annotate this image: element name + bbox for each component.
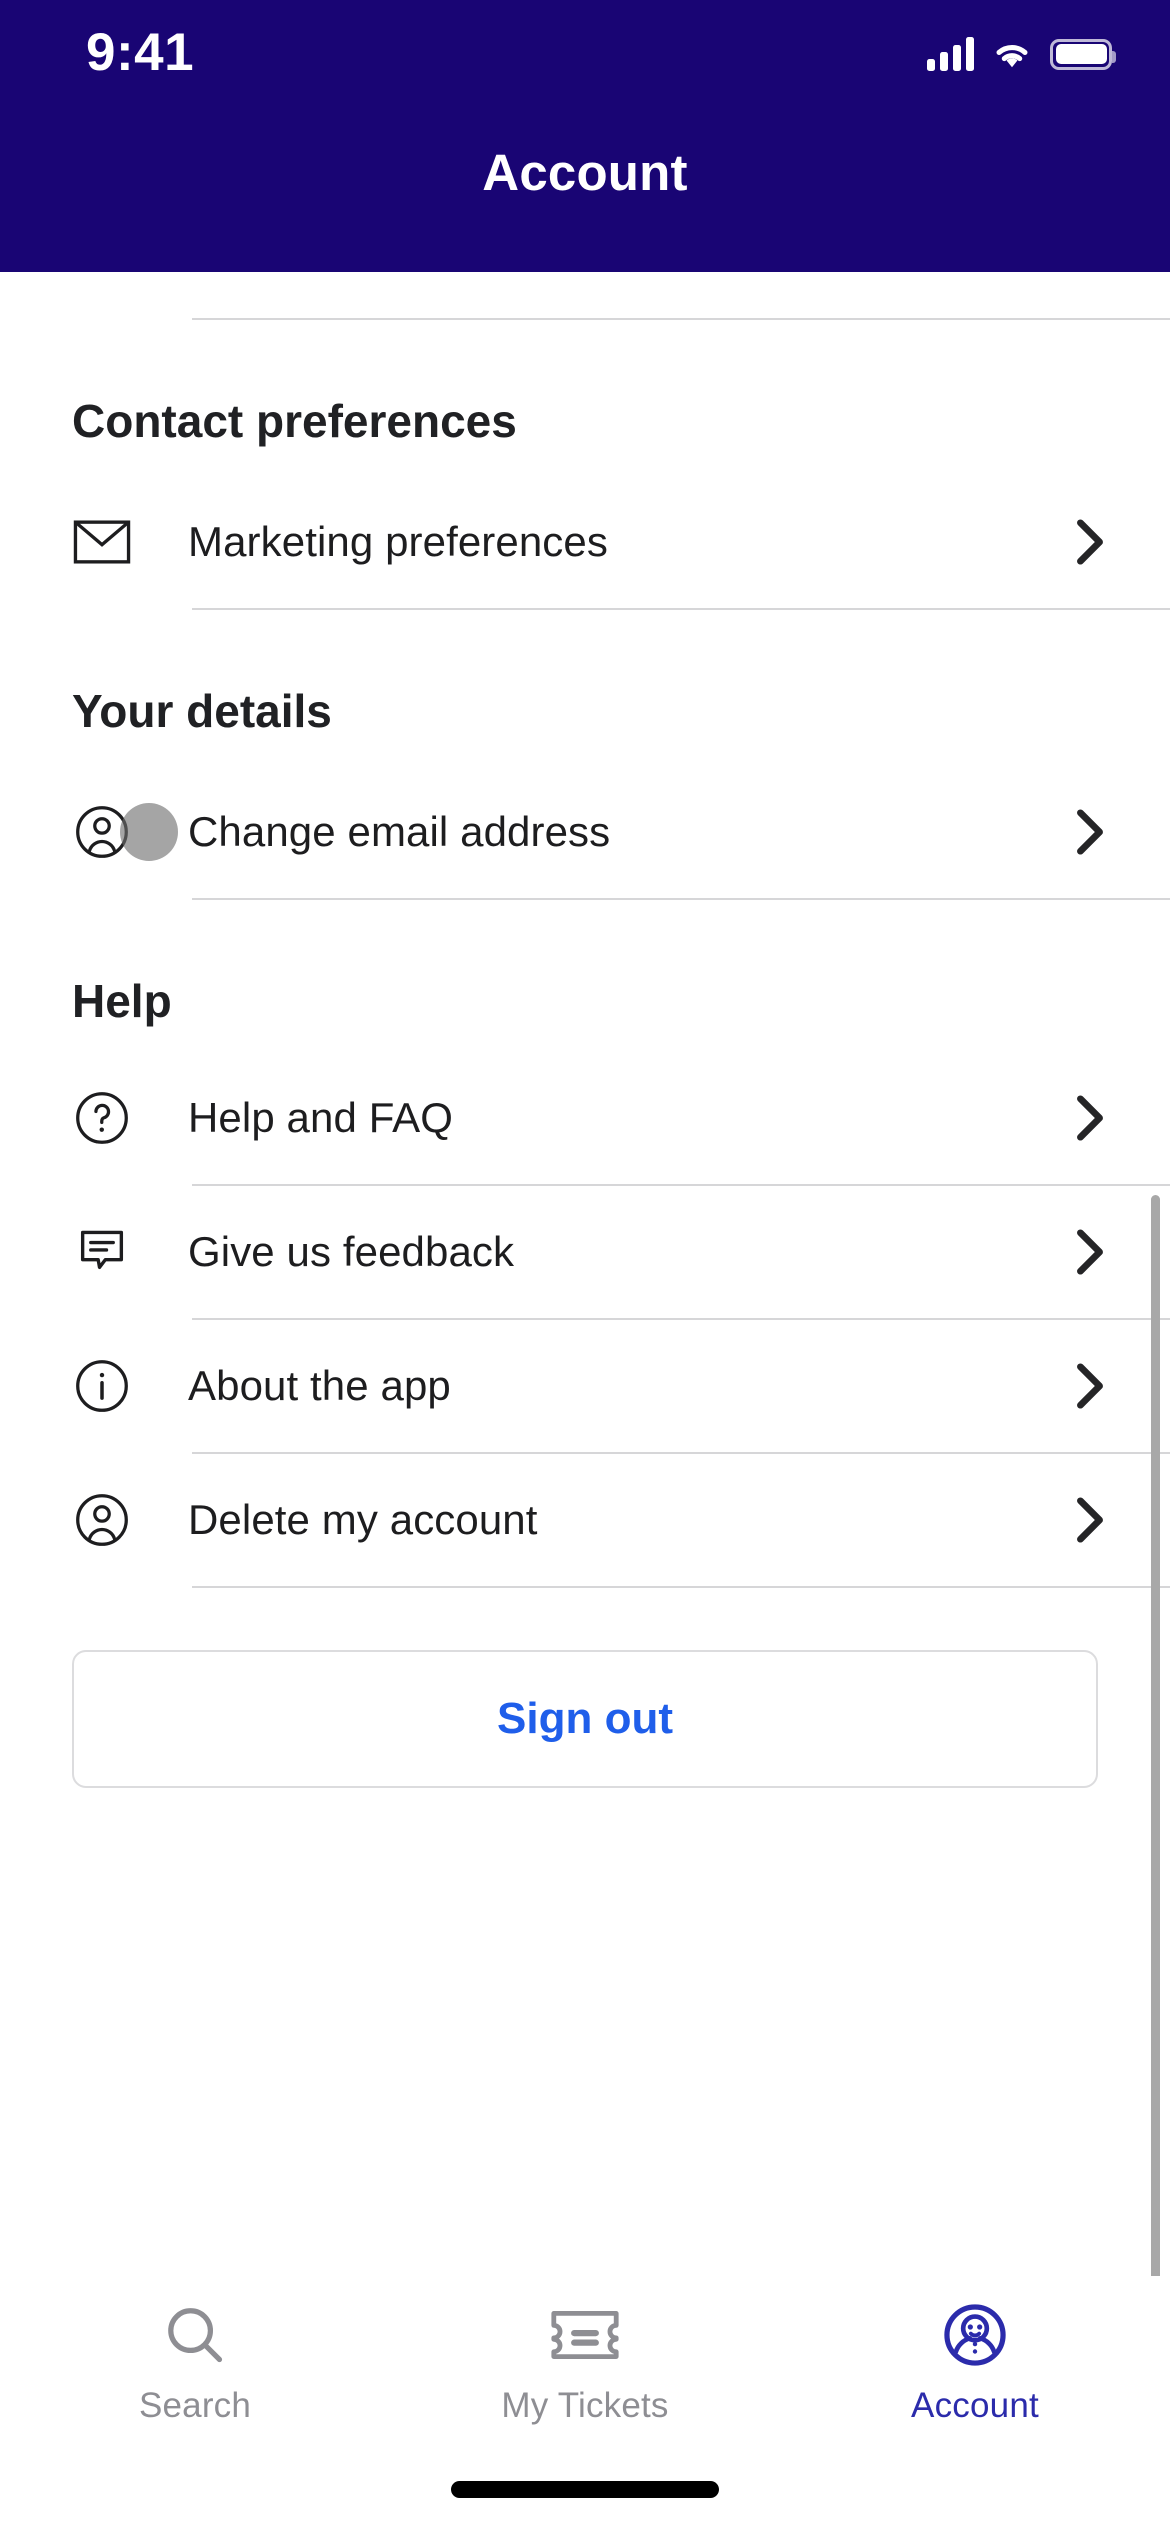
row-label: Give us feedback — [188, 1228, 515, 1275]
ticket-icon — [549, 2298, 621, 2372]
row-give-us-feedback[interactable]: Give us feedback — [0, 1186, 1170, 1318]
app-header: 9:41 Account — [0, 0, 1170, 272]
page-title: Account — [482, 143, 688, 201]
chevron-right-icon — [1070, 519, 1110, 565]
envelope-icon — [72, 512, 132, 572]
section-title-your-details: Your details — [72, 685, 332, 737]
tab-label: Account — [911, 2386, 1039, 2425]
row-label: Change email address — [188, 808, 611, 855]
section-title-help: Help — [72, 975, 172, 1027]
tab-label: My Tickets — [501, 2386, 669, 2425]
chevron-right-icon — [1070, 1363, 1110, 1409]
search-icon — [162, 2298, 228, 2372]
row-label: About the app — [188, 1362, 451, 1409]
sign-out-button[interactable]: Sign out — [72, 1650, 1098, 1788]
chevron-right-icon — [1070, 809, 1110, 855]
speech-bubble-icon — [72, 1222, 132, 1282]
home-indicator — [451, 2481, 719, 2498]
row-about-the-app[interactable]: About the app — [0, 1320, 1170, 1452]
person-circle-icon — [72, 1490, 132, 1550]
row-label: Help and FAQ — [188, 1094, 454, 1141]
settings-scroll-area[interactable]: Contact preferences Marketing preference… — [0, 272, 1170, 2276]
row-change-email-address[interactable]: Change email address — [0, 766, 1170, 898]
tab-my-tickets[interactable]: My Tickets — [390, 2298, 780, 2426]
tab-label: Search — [138, 2386, 252, 2425]
section-title-contact-preferences: Contact preferences — [72, 395, 517, 447]
question-circle-icon — [72, 1088, 132, 1148]
person-circle-icon — [72, 802, 132, 862]
tab-account[interactable]: Account — [780, 2298, 1170, 2426]
account-face-icon — [942, 2298, 1008, 2372]
row-help-and-faq[interactable]: Help and FAQ — [0, 1052, 1170, 1184]
tab-search[interactable]: Search — [0, 2298, 390, 2426]
row-delete-my-account[interactable]: Delete my account — [0, 1454, 1170, 1586]
chevron-right-icon — [1070, 1095, 1110, 1141]
chevron-right-icon — [1070, 1497, 1110, 1543]
row-label: Marketing preferences — [188, 518, 608, 565]
chevron-right-icon — [1070, 1229, 1110, 1275]
row-marketing-preferences[interactable]: Marketing preferences — [0, 476, 1170, 608]
info-circle-icon — [72, 1356, 132, 1416]
row-label: Delete my account — [188, 1496, 538, 1543]
vertical-scrollbar[interactable] — [1151, 1195, 1160, 2390]
